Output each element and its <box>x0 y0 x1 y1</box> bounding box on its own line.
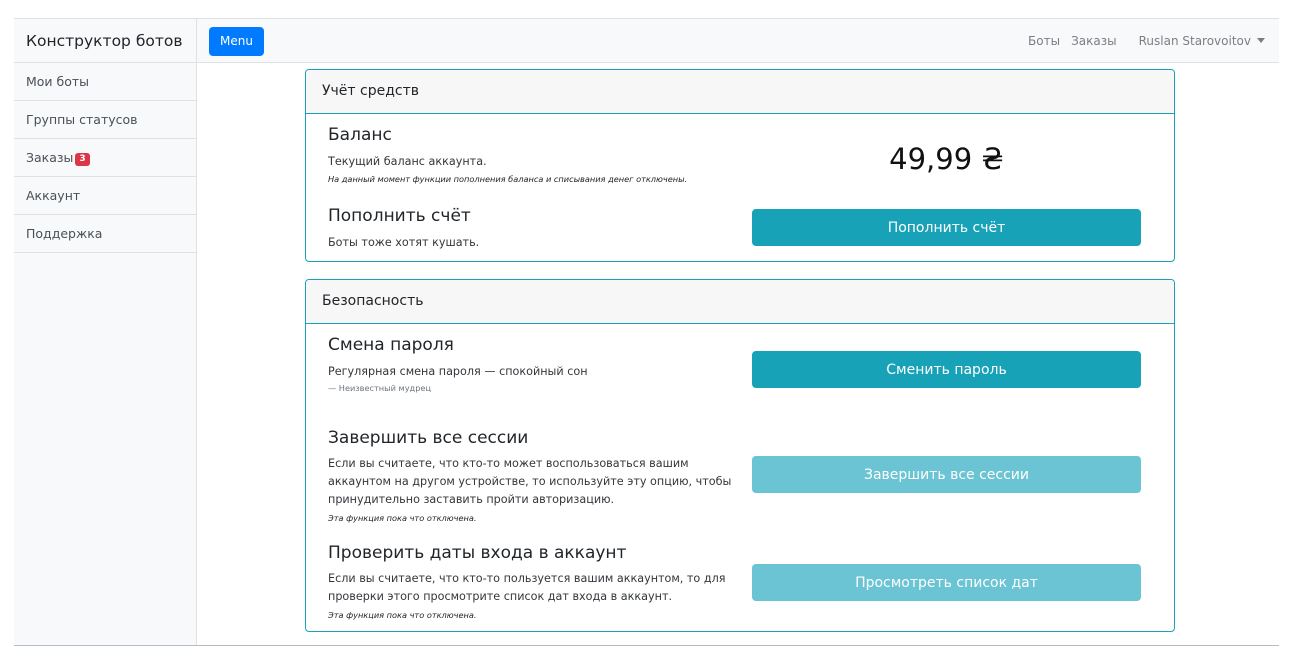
end-sessions-title: Завершить все сессии <box>328 428 529 448</box>
sidebar-item-orders[interactable]: Заказы 3 <box>14 139 196 177</box>
finance-card-header: Учёт средств <box>306 70 1174 114</box>
topup-title: Пополнить счёт <box>328 206 471 226</box>
balance-title: Баланс <box>328 125 392 145</box>
end-sessions-description: Если вы считаете, что кто-то может воспо… <box>328 457 732 506</box>
topup-description: Боты тоже хотят кушать. <box>328 236 480 249</box>
change-password-button[interactable]: Сменить пароль <box>752 351 1141 388</box>
nav-link-bots[interactable]: Боты <box>1028 34 1060 48</box>
change-password-quote: Регулярная смена пароля — спокойный сон <box>328 365 588 378</box>
change-password-title: Смена пароля <box>328 335 454 355</box>
nav-links: Боты Заказы Ruslan Starovoitov <box>1017 19 1265 63</box>
sidebar: Конструктор ботов Мои боты Группы статус… <box>14 19 197 645</box>
nav-link-orders[interactable]: Заказы <box>1071 34 1117 48</box>
sidebar-item-label: Поддержка <box>26 226 103 241</box>
change-password-cite: — Неизвестный мудрец <box>328 383 432 393</box>
balance-note: На данный момент функции пополнения бала… <box>328 174 688 184</box>
login-dates-note: Эта функция пока что отключена. <box>328 610 477 620</box>
orders-count-badge: 3 <box>75 153 90 166</box>
sidebar-item-account[interactable]: Аккаунт <box>14 177 196 215</box>
app-frame: Конструктор ботов Мои боты Группы статус… <box>14 18 1279 646</box>
end-sessions-note: Эта функция пока что отключена. <box>328 513 477 523</box>
sidebar-item-my-bots[interactable]: Мои боты <box>14 63 196 101</box>
user-name: Ruslan Starovoitov <box>1138 34 1251 48</box>
topup-button[interactable]: Пополнить счёт <box>752 209 1141 246</box>
balance-value: 49,99 ₴ <box>889 142 1004 176</box>
sidebar-item-label: Аккаунт <box>26 188 81 203</box>
sidebar-item-label: Заказы <box>26 150 74 165</box>
caret-down-icon <box>1257 38 1265 43</box>
login-dates-title: Проверить даты входа в аккаунт <box>328 543 627 563</box>
security-card: Безопасность Смена пароля Регулярная сме… <box>305 279 1175 632</box>
menu-toggle-button[interactable]: Menu <box>209 27 264 56</box>
end-sessions-button[interactable]: Завершить все сессии <box>752 456 1141 493</box>
user-menu[interactable]: Ruslan Starovoitov <box>1128 34 1265 48</box>
sidebar-item-label: Мои боты <box>26 74 90 89</box>
balance-description: Текущий баланс аккаунта. <box>328 155 487 168</box>
sidebar-item-status-groups[interactable]: Группы статусов <box>14 101 196 139</box>
login-dates-button[interactable]: Просмотреть список дат <box>752 564 1141 601</box>
top-navbar: Menu Боты Заказы Ruslan Starovoitov <box>197 19 1279 63</box>
security-card-header: Безопасность <box>306 280 1174 324</box>
sidebar-item-label: Группы статусов <box>26 112 138 127</box>
sidebar-heading: Конструктор ботов <box>14 19 196 63</box>
login-dates-description: Если вы считаете, что кто-то пользуется … <box>328 572 726 603</box>
finance-card: Учёт средств Баланс Текущий баланс аккау… <box>305 69 1175 262</box>
sidebar-item-support[interactable]: Поддержка <box>14 215 196 253</box>
